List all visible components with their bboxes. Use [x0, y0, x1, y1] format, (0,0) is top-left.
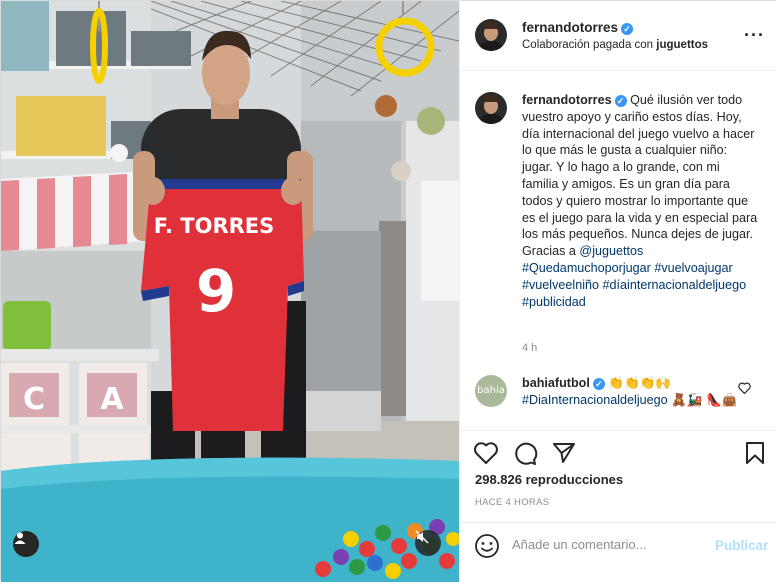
hashtag-link[interactable]: #Quedamuchoporjugar [522, 261, 651, 275]
caption-username[interactable]: fernandotorres [522, 93, 612, 107]
post-video[interactable]: F. TORRES 9 C A [1, 1, 459, 582]
paid-partner-link[interactable]: juguettos [656, 39, 708, 51]
views-count[interactable]: 298.826 reproducciones [475, 472, 623, 487]
author-avatar[interactable] [475, 19, 507, 51]
like-comment-heart-icon[interactable] [738, 382, 751, 394]
hashtag-link[interactable]: #díainternacionaldeljuego [603, 278, 747, 292]
caption-mention[interactable]: @juguettos [579, 244, 643, 258]
hashtag-link[interactable]: #publicidad [522, 295, 586, 309]
emoji-picker-icon[interactable] [474, 533, 500, 559]
author-username[interactable]: fernandotorres [522, 20, 618, 35]
instagram-post-modal: F. TORRES 9 C A fernandotorres ✓ Colabora… [0, 0, 776, 582]
comment-emojis-2: 🧸🚂 [671, 393, 703, 407]
save-bookmark-icon[interactable] [742, 440, 768, 466]
author-username-row: fernandotorres ✓ [522, 20, 634, 35]
post-actions: 298.826 reproducciones HACE 4 HORAS [460, 430, 776, 522]
box-letter-c: C [23, 382, 45, 417]
commenter-username[interactable]: bahiafutbol [522, 376, 590, 390]
like-heart-icon[interactable] [473, 440, 499, 466]
caption-text: Qué ilusión ver todo vuestro apoyo y car… [522, 93, 758, 259]
paid-partnership-label: Colaboración pagada con juguettos [522, 39, 708, 51]
comment-input[interactable] [512, 537, 708, 552]
mute-icon[interactable] [415, 530, 441, 556]
add-comment-bar: Publicar [460, 522, 776, 582]
tagged-user-icon[interactable] [13, 531, 39, 557]
post-age[interactable]: HACE 4 HORAS [475, 497, 549, 508]
post-caption: fernandotorres ✓ Qué ilusión ver todo vue… [522, 92, 758, 310]
post-side-panel: fernandotorres ✓ Colaboración pagada con … [459, 1, 776, 582]
comment-emojis-3: 👠👜 [706, 393, 738, 407]
comment-emojis: 👏👏👏🙌 [608, 376, 672, 390]
comment-hashtag[interactable]: #DiaInternacionaldeljuego [522, 393, 668, 407]
caption-avatar[interactable] [475, 92, 507, 124]
verified-badge-icon: ✓ [621, 23, 634, 35]
commenter-verified-icon: ✓ [592, 378, 605, 390]
share-send-icon[interactable] [551, 440, 577, 466]
more-options-icon[interactable]: ··· [744, 25, 765, 46]
comment-item: bahiafutbol ✓ 👏👏👏🙌 #DiaInternacionaldelju… [522, 375, 742, 409]
caption-time[interactable]: 4 h [522, 342, 537, 354]
publish-button[interactable]: Publicar [715, 538, 768, 553]
box-letter-a: A [100, 382, 124, 417]
comments-list: fernandotorres ✓ Qué ilusión ver todo vue… [460, 72, 776, 430]
paid-partnership-prefix: Colaboración pagada con [522, 39, 654, 51]
hashtag-link[interactable]: #vuelvoajugar [654, 261, 732, 275]
commenter-avatar[interactable]: bahia [475, 375, 507, 407]
jersey-number-text: 9 [196, 257, 236, 325]
jersey-name-text: F. TORRES [154, 214, 275, 238]
hashtag-link[interactable]: #vuelveelniño [522, 278, 599, 292]
post-header: fernandotorres ✓ Colaboración pagada con … [460, 1, 776, 71]
caption-verified-icon: ✓ [614, 95, 627, 107]
video-frame: F. TORRES 9 C A [1, 1, 459, 582]
comment-bubble-icon[interactable] [512, 440, 538, 466]
